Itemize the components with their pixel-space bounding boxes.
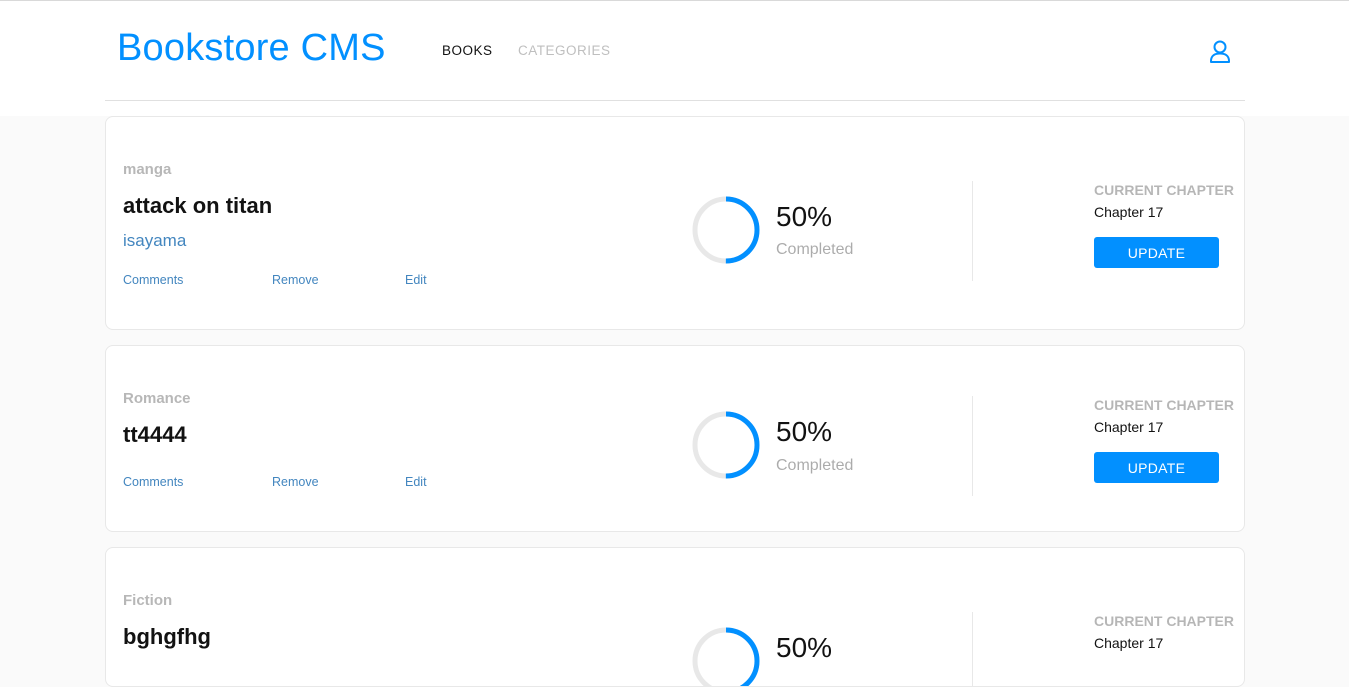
progress-percent: 50% <box>776 416 833 447</box>
progress-ring <box>692 411 760 479</box>
comments-button[interactable]: Comments <box>123 475 183 489</box>
book-card: manga attack on titan isayama Comments R… <box>105 116 1245 330</box>
update-progress-button[interactable]: UPDATE <box>1094 237 1219 268</box>
header-bar: Bookstore CMS BOOKS CATEGORIES <box>105 1 1245 101</box>
current-chapter-value: Chapter 17 <box>1094 635 1164 651</box>
book-genre: Romance <box>123 390 191 407</box>
nav-categories-link[interactable]: CATEGORIES <box>518 43 611 58</box>
progress-label: Completed <box>776 457 854 474</box>
book-title: tt4444 <box>123 422 187 447</box>
card-divider <box>972 396 973 496</box>
current-chapter-label: CURRENT CHAPTER <box>1094 182 1234 198</box>
edit-button[interactable]: Edit <box>405 273 427 287</box>
book-title: bghgfhg <box>123 624 211 649</box>
current-chapter-value: Chapter 17 <box>1094 419 1164 435</box>
book-author: isayama <box>123 231 187 250</box>
current-chapter-label: CURRENT CHAPTER <box>1094 613 1234 629</box>
card-divider <box>972 612 973 686</box>
current-chapter-value: Chapter 17 <box>1094 204 1164 220</box>
card-divider <box>972 181 973 281</box>
progress-ring <box>692 196 760 264</box>
user-icon[interactable] <box>1209 39 1231 65</box>
book-title: attack on titan <box>123 193 273 218</box>
nav-books-link[interactable]: BOOKS <box>442 43 493 58</box>
book-card: Fiction bghgfhg 50% CURRENT CHAPTER Chap… <box>105 547 1245 687</box>
current-chapter-label: CURRENT CHAPTER <box>1094 397 1234 413</box>
book-genre: Fiction <box>123 592 173 609</box>
site-header: Bookstore CMS BOOKS CATEGORIES <box>0 1 1349 116</box>
brand-logo[interactable]: Bookstore CMS <box>117 27 386 70</box>
remove-button[interactable]: Remove <box>272 475 319 489</box>
remove-button[interactable]: Remove <box>272 273 319 287</box>
edit-button[interactable]: Edit <box>405 475 427 489</box>
progress-percent: 50% <box>776 632 833 663</box>
book-card: Romance tt4444 Comments Remove Edit 50% … <box>105 345 1245 532</box>
book-genre: manga <box>123 161 172 178</box>
progress-label: Completed <box>776 241 854 258</box>
progress-percent: 50% <box>776 201 833 232</box>
update-progress-button[interactable]: UPDATE <box>1094 452 1219 483</box>
comments-button[interactable]: Comments <box>123 273 183 287</box>
